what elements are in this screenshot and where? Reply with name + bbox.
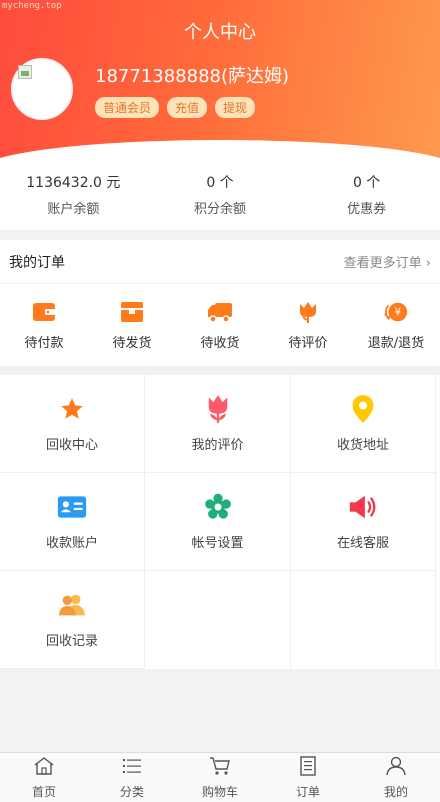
order-item-label: 待收货 [200, 335, 240, 351]
bottom-tabbar: 首页 分类 购物车 订单 我的 [0, 752, 440, 802]
order-item-label: 待评价 [288, 335, 328, 351]
stat-label: 优惠券 [347, 202, 387, 217]
box-icon [119, 300, 145, 324]
member-level-badge: 普通会员 [95, 97, 160, 118]
star-icon [57, 394, 87, 424]
tab-label: 分类 [119, 784, 144, 799]
stat-value: 0 个 [353, 175, 381, 191]
broken-image-icon [18, 65, 32, 79]
grid-recycle-center[interactable]: 回收中心 [0, 375, 145, 473]
order-item-label: 待付款 [24, 335, 64, 351]
tab-label: 订单 [295, 784, 320, 799]
stat-value: 1136432.0 元 [26, 175, 121, 191]
grid-label: 收款账户 [45, 536, 98, 551]
grid-payment-account[interactable]: 收款账户 [0, 473, 145, 571]
order-pending-payment[interactable]: 待付款 [0, 284, 88, 366]
document-icon [297, 755, 319, 780]
grid-label: 我的评价 [191, 438, 244, 453]
tulip-icon [203, 394, 233, 424]
more-orders-label: 查看更多订单 [343, 256, 422, 271]
cart-icon [209, 756, 231, 780]
page-title: 个人中心 [184, 22, 256, 43]
svg-text:¥: ¥ [395, 307, 402, 318]
tab-category[interactable]: 分类 [88, 753, 176, 802]
wallet-icon [31, 300, 57, 324]
tab-label: 购物车 [201, 784, 238, 799]
user-phone: 18771388888(萨达姆) [95, 66, 290, 87]
account-stats: 1136432.0 元 账户余额 0 个 积分余额 0 个 优惠券 [0, 160, 440, 230]
stat-label: 积分余额 [194, 202, 247, 217]
grid-label: 帐号设置 [191, 536, 244, 551]
more-orders-link[interactable]: 查看更多订单 › [344, 252, 431, 271]
withdraw-button[interactable]: 提现 [215, 97, 256, 118]
grid-label: 在线客服 [336, 536, 389, 551]
stat-balance[interactable]: 1136432.0 元 账户余额 [0, 172, 147, 230]
stat-value: 0 个 [206, 175, 234, 191]
profile-header: 个人中心 18771388888(萨达姆) 普通会员 充值 提现 [0, 0, 440, 160]
grid-label: 回收中心 [45, 438, 98, 453]
tab-orders[interactable]: 订单 [264, 753, 352, 802]
truck-icon [207, 300, 233, 324]
gear-flower-icon [203, 492, 233, 522]
order-item-label: 退款/退货 [367, 335, 425, 351]
grid-recycle-records[interactable]: 回收记录 [0, 571, 145, 669]
my-orders-section: 我的订单 查看更多订单 › 待付款 待发货 待收货 待评价 ¥ 退款/退货 [0, 240, 440, 366]
list-icon [121, 756, 143, 780]
user-badges: 普通会员 充值 提现 [95, 97, 256, 118]
tab-home[interactable]: 首页 [0, 753, 88, 802]
id-card-icon [57, 492, 87, 522]
flower-icon [295, 300, 321, 324]
tab-mine[interactable]: 我的 [352, 753, 440, 802]
chevron-right-icon: › [425, 256, 431, 271]
stat-coupons[interactable]: 0 个 优惠券 [293, 172, 440, 230]
orders-title: 我的订单 [9, 254, 65, 271]
stat-points[interactable]: 0 个 积分余额 [147, 172, 294, 230]
home-icon [33, 756, 55, 780]
recharge-button[interactable]: 充值 [167, 97, 208, 118]
order-status-row: 待付款 待发货 待收货 待评价 ¥ 退款/退货 [0, 284, 440, 366]
location-pin-icon [348, 394, 378, 424]
users-icon [57, 590, 87, 620]
order-refund[interactable]: ¥ 退款/退货 [352, 284, 440, 366]
speaker-icon [348, 492, 378, 522]
grid-my-reviews[interactable]: 我的评价 [145, 375, 291, 473]
tab-label: 我的 [383, 784, 408, 799]
grid-empty-cell [145, 571, 291, 669]
grid-customer-service[interactable]: 在线客服 [291, 473, 436, 571]
order-pending-review[interactable]: 待评价 [264, 284, 352, 366]
order-pending-receipt[interactable]: 待收货 [176, 284, 264, 366]
refund-icon: ¥ [383, 300, 409, 324]
grid-shipping-address[interactable]: 收货地址 [291, 375, 436, 473]
tab-label: 首页 [31, 784, 56, 799]
grid-empty-cell [291, 571, 436, 669]
grid-label: 回收记录 [45, 634, 98, 649]
grid-account-settings[interactable]: 帐号设置 [145, 473, 291, 571]
stat-label: 账户余额 [47, 202, 100, 217]
orders-header: 我的订单 查看更多订单 › [0, 240, 440, 284]
tab-cart[interactable]: 购物车 [176, 753, 264, 802]
watermark: mycheng.top [2, 1, 62, 11]
order-pending-shipment[interactable]: 待发货 [88, 284, 176, 366]
person-icon [385, 756, 407, 780]
avatar[interactable] [11, 58, 73, 120]
order-item-label: 待发货 [112, 335, 152, 351]
header-wave [0, 140, 440, 160]
service-grid: 回收中心 我的评价 收货地址 收款账户 帐号设置 在线客服 回收记录 [0, 375, 440, 669]
grid-label: 收货地址 [336, 438, 389, 453]
